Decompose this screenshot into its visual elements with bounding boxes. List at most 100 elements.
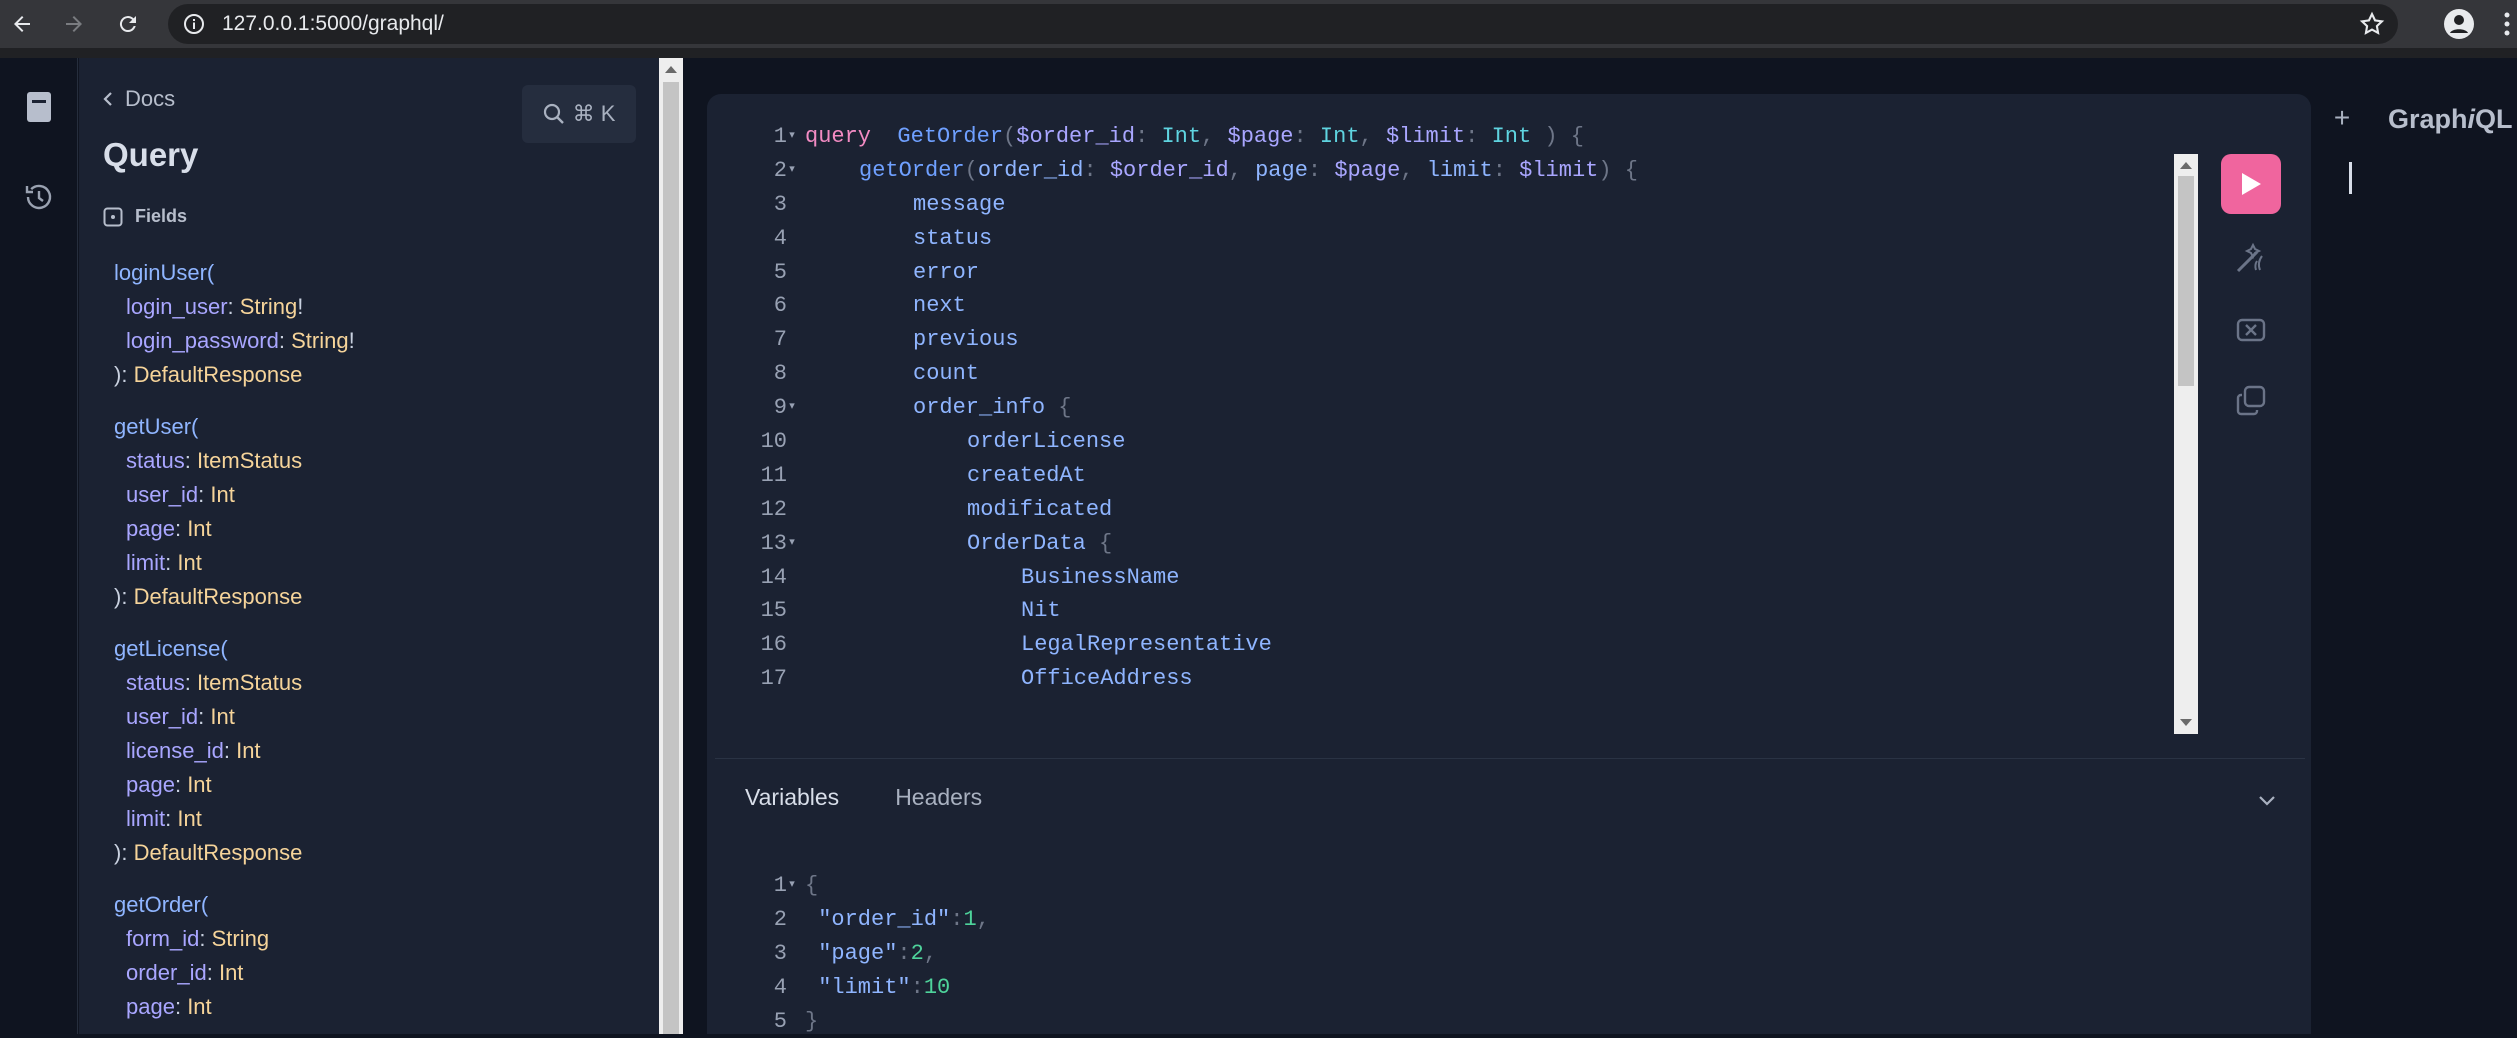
docs-search-button[interactable]: ⌘ K (522, 85, 636, 143)
argument-type[interactable]: Int (177, 550, 201, 575)
address-bar[interactable]: 127.0.0.1:5000/graphql/ (168, 4, 2398, 44)
bookmark-star-icon[interactable] (2358, 10, 2386, 38)
query-editor[interactable]: 1 ▾ query GetOrder($order_id: Int, $page: … (731, 120, 2217, 691)
code-token: "order_id" (818, 906, 951, 932)
fold-arrow-icon[interactable]: ▾ (787, 391, 797, 425)
reload-button[interactable] (110, 6, 146, 42)
fold-arrow-icon[interactable]: ▾ (787, 154, 797, 188)
code-token: Int (1491, 124, 1532, 149)
docs-back-link[interactable]: Docs (103, 86, 175, 112)
argument-type[interactable]: String (291, 328, 348, 353)
site-info-icon[interactable] (180, 10, 208, 38)
line-number: 10 (760, 429, 787, 455)
scroll-down-arrow-icon[interactable] (2180, 719, 2192, 726)
execute-query-button[interactable] (2221, 154, 2281, 214)
url-text[interactable]: 127.0.0.1:5000/graphql/ (222, 12, 444, 36)
docs-field: getOrder(form_id: String order_id: Int pag… (114, 888, 644, 1024)
argument-name[interactable]: login_user (126, 294, 228, 319)
copy-query-button[interactable] (2233, 382, 2269, 418)
argument-type[interactable]: Int (187, 994, 211, 1019)
code-token: OrderData (967, 530, 1086, 556)
argument-type[interactable]: Int (187, 516, 211, 541)
argument-type[interactable]: Int (236, 738, 260, 763)
book-icon (27, 92, 51, 122)
return-type[interactable]: DefaultResponse (134, 840, 303, 865)
fold-arrow-icon[interactable]: ▾ (787, 527, 797, 561)
argument-name[interactable]: limit (126, 550, 165, 575)
docs-back-label[interactable]: Docs (125, 86, 175, 112)
code-token: { (805, 873, 819, 898)
argument-type[interactable]: ItemStatus (197, 670, 302, 695)
code-line: 7 previous (731, 323, 2217, 357)
argument-separator: : (184, 670, 197, 695)
argument-name[interactable]: page (126, 772, 175, 797)
merge-fragments-button[interactable] (2233, 312, 2269, 348)
argument-type[interactable]: String (212, 926, 269, 951)
return-type[interactable]: DefaultResponse (134, 584, 303, 609)
editor-tools-tabs: Variables Headers (745, 784, 982, 811)
argument-type[interactable]: Int (210, 482, 234, 507)
code-token: : (897, 940, 911, 966)
field-name[interactable]: loginUser( (114, 256, 644, 290)
argument-name[interactable]: user_id (126, 704, 198, 729)
tab-variables[interactable]: Variables (745, 784, 839, 811)
argument-name[interactable]: license_id (126, 738, 224, 763)
code-text: order_info { (805, 391, 1071, 425)
add-tab-button[interactable]: + (2326, 102, 2358, 134)
argument-name[interactable]: limit (126, 806, 165, 831)
back-button[interactable] (4, 6, 40, 42)
docs-scrollbar[interactable] (659, 58, 683, 1034)
code-token: query (805, 124, 872, 149)
forward-button[interactable] (56, 6, 92, 42)
fold-arrow-icon[interactable]: ▾ (787, 120, 797, 154)
chevron-down-icon[interactable] (2253, 786, 2281, 814)
code-token: order_info (913, 395, 1046, 421)
argument-type[interactable]: Int (210, 704, 234, 729)
field-name[interactable]: getUser( (114, 410, 644, 444)
line-number: 11 (760, 462, 787, 488)
code-line: 1 ▾ query GetOrder($order_id: Int, $page: … (731, 120, 2217, 154)
prettify-button[interactable] (2233, 240, 2269, 276)
variables-editor[interactable]: 1 ▾{2 "order_id":1, 3 "page":2, 4 "limit":1… (731, 869, 2131, 1038)
code-token: : (1135, 124, 1149, 149)
field-name[interactable]: getOrder( (114, 888, 644, 922)
code-token: message (913, 191, 1006, 217)
scrollbar-thumb[interactable] (663, 82, 679, 1034)
code-line: 9 ▾ order_info { (731, 391, 2217, 425)
scroll-up-arrow-icon[interactable] (665, 66, 677, 73)
tab-headers[interactable]: Headers (895, 784, 982, 811)
argument-type[interactable]: Int (177, 806, 201, 831)
code-token: $limit (1519, 157, 1599, 183)
profile-icon[interactable] (2443, 8, 2475, 40)
argument-name[interactable]: login_password (126, 328, 279, 353)
docs-explorer-button[interactable] (16, 84, 62, 130)
argument-name[interactable]: page (126, 994, 175, 1019)
field-name[interactable]: getLicense( (114, 632, 644, 666)
scroll-up-arrow-icon[interactable] (2180, 162, 2192, 169)
field-argument: license_id: Int (114, 734, 644, 768)
argument-separator: : (165, 550, 178, 575)
code-text: OfficeAddress (805, 662, 1193, 696)
argument-type[interactable]: Int (219, 960, 243, 985)
argument-type[interactable]: ItemStatus (197, 448, 302, 473)
argument-name[interactable]: user_id (126, 482, 198, 507)
argument-type[interactable]: String (240, 294, 297, 319)
code-token: "limit" (818, 974, 911, 1000)
argument-name[interactable]: order_id (126, 960, 207, 985)
resize-handle[interactable] (683, 58, 707, 1034)
argument-name[interactable]: form_id (126, 926, 199, 951)
search-shortcut: ⌘ K (572, 101, 616, 126)
argument-suffix: ! (348, 328, 355, 353)
browser-menu-icon[interactable] (2500, 8, 2514, 40)
argument-type[interactable]: Int (187, 772, 211, 797)
editor-scrollbar[interactable] (2174, 154, 2198, 734)
history-button[interactable] (16, 174, 62, 220)
fold-arrow-icon[interactable]: ▾ (787, 869, 797, 903)
argument-name[interactable]: status (126, 670, 185, 695)
argument-name[interactable]: status (126, 448, 185, 473)
scrollbar-thumb[interactable] (2178, 176, 2194, 386)
return-type[interactable]: DefaultResponse (134, 362, 303, 387)
argument-name[interactable]: page (126, 516, 175, 541)
